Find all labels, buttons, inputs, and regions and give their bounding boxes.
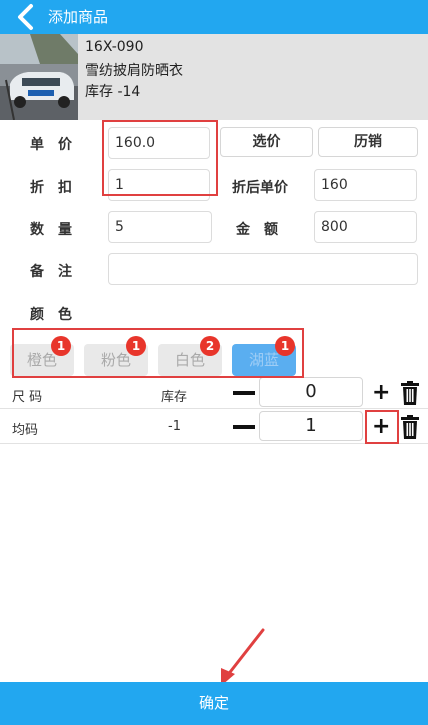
increase-all-button[interactable]: + xyxy=(372,382,390,404)
color-count-badge: 1 xyxy=(51,336,71,356)
amount-input[interactable]: 800 xyxy=(314,211,417,243)
history-sales-button[interactable]: 历销 xyxy=(318,127,418,157)
discount-label: 折 扣 xyxy=(30,180,72,196)
trash-icon[interactable] xyxy=(400,415,420,439)
product-thumbnail[interactable] xyxy=(0,34,78,120)
color-count-badge: 1 xyxy=(126,336,146,356)
price-input[interactable]: 160.0 xyxy=(108,127,210,159)
product-stock: 库存 -14 xyxy=(85,84,141,100)
price-label: 单 价 xyxy=(30,137,72,153)
remark-input[interactable] xyxy=(108,253,418,285)
size-quantity-input[interactable]: 1 xyxy=(259,411,363,441)
discount-input[interactable]: 1 xyxy=(108,169,210,201)
remark-label: 备 注 xyxy=(30,264,72,280)
increase-quantity-button[interactable]: + xyxy=(372,416,390,438)
discounted-price-label: 折后单价 xyxy=(232,180,288,196)
product-summary: 16X-090 雪纺披肩防晒衣 库存 -14 xyxy=(0,34,428,120)
total-quantity-input[interactable]: 0 xyxy=(259,377,363,407)
stock-column-header: 库存 xyxy=(161,390,188,405)
top-bar: 添加商品 xyxy=(0,0,428,34)
size-value: 均码 xyxy=(12,423,39,438)
divider xyxy=(0,408,428,409)
size-column-header: 尺 码 xyxy=(12,390,43,405)
discounted-price-input[interactable]: 160 xyxy=(314,169,417,201)
product-name: 雪纺披肩防晒衣 xyxy=(85,63,183,79)
divider xyxy=(0,443,428,444)
product-code: 16X-090 xyxy=(85,39,144,55)
confirm-button[interactable]: 确定 xyxy=(0,682,428,725)
quantity-label: 数 量 xyxy=(30,222,72,238)
select-price-button[interactable]: 选价 xyxy=(220,127,313,157)
amount-label: 金 额 xyxy=(236,222,278,238)
trash-icon[interactable] xyxy=(400,381,420,405)
back-button[interactable] xyxy=(12,3,42,31)
color-count-badge: 1 xyxy=(275,336,295,356)
color-label: 颜 色 xyxy=(30,307,72,323)
page-title: 添加商品 xyxy=(48,8,109,26)
quantity-input[interactable]: 5 xyxy=(108,211,212,243)
chevron-left-icon xyxy=(18,4,33,30)
decrease-all-button[interactable] xyxy=(233,382,255,404)
color-count-badge: 2 xyxy=(200,336,220,356)
decrease-quantity-button[interactable] xyxy=(233,416,255,438)
annotation-arrow-icon xyxy=(221,628,265,686)
size-stock-value: -1 xyxy=(168,419,181,434)
